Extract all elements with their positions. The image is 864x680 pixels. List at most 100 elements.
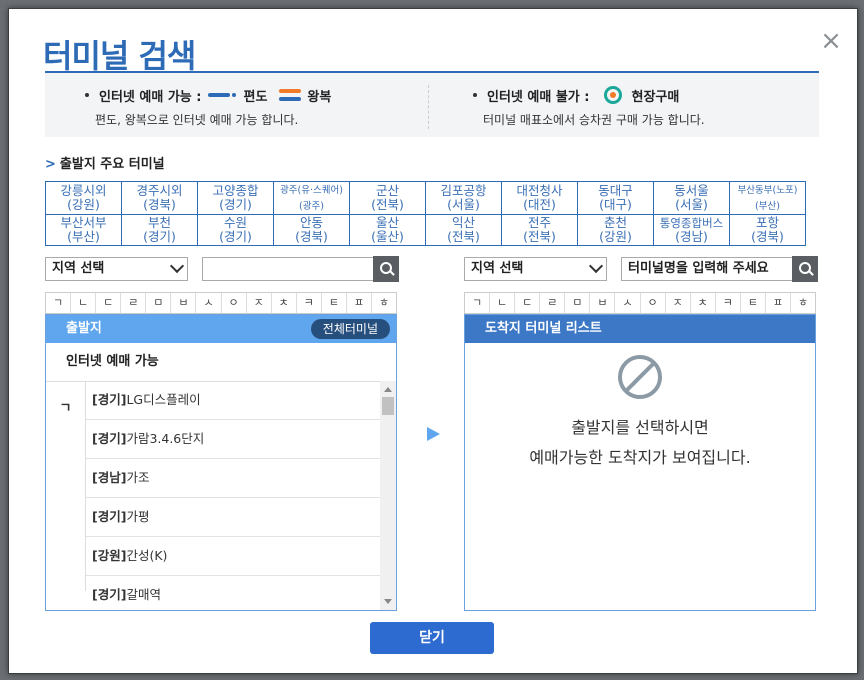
arrival-panel-header: 도착지 터미널 리스트 [465,315,815,343]
major-terminal[interactable]: 군산 (전북) [349,181,426,215]
departure-search-button[interactable] [373,256,399,282]
major-terminal[interactable]: 동서울 (서울) [653,181,730,215]
available-desc: 편도, 왕복으로 인터넷 예매 가능 합니다. [95,113,299,127]
scroll-thumb[interactable] [382,397,394,415]
consonant-filter-item[interactable]: ㅅ [615,293,641,313]
list-item[interactable]: [경기]LG디스플레이 [86,381,380,420]
arrival-empty-state: 출발지를 선택하시면 예매가능한 도착지가 보여집니다. [465,355,815,473]
consonant-filter-item[interactable]: ㄹ [540,293,566,313]
departure-search-input[interactable] [202,257,374,281]
available-label: 인터넷 예매 가능 : [99,89,202,105]
departure-panel: 출발지 전체터미널 인터넷 예매 가능 ㄱ [경기]LG디스플레이 [경기]가람… [45,314,397,611]
consonant-filter-item[interactable]: ㅇ [222,293,247,313]
arrival-consonant-filter: ㄱ ㄴ ㄷ ㄹ ㅁ ㅂ ㅅ ㅇ ㅈ ㅊ ㅋ ㅌ ㅍ ㅎ [464,292,816,314]
list-item[interactable]: [경기]가평 [86,498,380,537]
consonant-filter-item[interactable]: ㄱ [46,293,72,313]
consonant-filter-item[interactable]: ㅁ [146,293,172,313]
bullet-icon [473,93,477,97]
consonant-filter-item[interactable]: ㅎ [372,293,396,313]
terminal-search-modal: × 터미널 검색 인터넷 예매 가능 : 편도 왕복 편도, 왕복으로 인터넷 … [8,8,858,674]
internet-booking-subheader: 인터넷 예매 가능 [46,343,396,382]
consonant-filter-item[interactable]: ㄴ [71,293,97,313]
arrow-right-icon [427,427,440,441]
arrival-region-select[interactable]: 지역 선택 [464,257,607,281]
consonant-filter-item[interactable]: ㅌ [322,293,347,313]
major-terminal[interactable]: 김포공항 (서울) [425,181,502,215]
major-terminal[interactable]: 동대구 (대구) [577,181,654,215]
departure-consonant-filter: ㄱ ㄴ ㄷ ㄹ ㅁ ㅂ ㅅ ㅇ ㅈ ㅊ ㅋ ㅌ ㅍ ㅎ [45,292,397,314]
consonant-filter-item[interactable]: ㅈ [666,293,691,313]
major-terminal[interactable]: 부천 (경기) [121,214,198,246]
major-terminal[interactable]: 전주 (전북) [501,214,578,246]
scroll-down-icon[interactable] [384,599,392,604]
chevron-right-icon: > [45,157,56,172]
major-terminal[interactable]: 익산 (전북) [425,214,502,246]
legend-divider [428,85,429,129]
list-item[interactable]: [경기]갈매역 [86,576,380,614]
departure-panel-header: 출발지 전체터미널 [46,315,396,343]
consonant-filter-item[interactable]: ㅍ [347,293,373,313]
consonant-filter-item[interactable]: ㅌ [741,293,766,313]
consonant-filter-item[interactable]: ㅊ [691,293,716,313]
consonant-filter-item[interactable]: ㅋ [297,293,322,313]
consonant-filter-item[interactable]: ㄹ [121,293,147,313]
unavailable-desc: 터미널 매표소에서 승차권 구매 가능 합니다. [483,113,705,127]
major-terminal[interactable]: 통영종합버스 (경남) [653,214,730,246]
consonant-filter-item[interactable]: ㄷ [96,293,122,313]
major-terminals-table: 강릉시외 (강원) 경주시외 (경북) 고양종합 (경기) 광주(유·스퀘어) (광주)… [45,181,806,246]
major-terminal[interactable]: 춘천 (강원) [577,214,654,246]
consonant-filter-item[interactable]: ㅇ [641,293,666,313]
oneway-icon [207,93,236,97]
departure-region-select[interactable]: 지역 선택 [45,257,188,281]
major-terminal[interactable]: 고양종합 (경기) [197,181,274,215]
onsite-purchase-icon [603,86,622,104]
major-terminal[interactable]: 안동 (경북) [273,214,350,246]
consonant-filter-item[interactable]: ㅍ [766,293,792,313]
prohibited-icon [618,355,662,399]
major-terminal[interactable]: 포항 (경북) [729,214,806,246]
consonant-filter-item[interactable]: ㄴ [490,293,516,313]
legend-available: 인터넷 예매 가능 : 편도 왕복 편도, 왕복으로 인터넷 예매 가능 합니다… [85,85,331,128]
bullet-icon [85,93,89,97]
consonant-filter-item[interactable]: ㅎ [791,293,815,313]
major-terminal[interactable]: 경주시외 (경북) [121,181,198,215]
major-terminal[interactable]: 광주(유·스퀘어) (광주) [273,181,350,215]
unavailable-label: 인터넷 예매 불가 : [487,89,590,105]
legend-unavailable: 인터넷 예매 불가 : 현장구매 터미널 매표소에서 승차권 구매 가능 합니다… [473,85,705,128]
chevron-down-icon [169,258,185,274]
major-terminal[interactable]: 수원 (경기) [197,214,274,246]
chevron-down-icon [588,258,604,274]
consonant-filter-item[interactable]: ㅋ [716,293,741,313]
arrival-search-input[interactable]: 터미널명을 입력해 주세요 [621,257,793,281]
arrival-panel: 도착지 터미널 리스트 출발지를 선택하시면 예매가능한 도착지가 보여집니다. [464,314,816,611]
major-terminal[interactable]: 부산동부(노포) (부산) [729,181,806,215]
major-terminal[interactable]: 강릉시외 (강원) [45,181,122,215]
close-icon[interactable]: × [819,27,843,55]
consonant-filter-item[interactable]: ㅈ [247,293,272,313]
close-button[interactable]: 닫기 [370,622,494,654]
major-terminal[interactable]: 대전청사 (대전) [501,181,578,215]
consonant-filter-item[interactable]: ㅂ [590,293,616,313]
arrival-search-button[interactable] [792,256,818,282]
consonant-filter-item[interactable]: ㅁ [565,293,591,313]
list-item[interactable]: [강원]간성(K) [86,537,380,576]
list-scrollbar[interactable] [380,381,396,610]
booking-legend: 인터넷 예매 가능 : 편도 왕복 편도, 왕복으로 인터넷 예매 가능 합니다… [45,73,819,137]
onsite-label: 현장구매 [631,89,680,105]
major-terminals-heading: > 출발지 주요 터미널 [45,157,165,172]
all-terminals-button[interactable]: 전체터미널 [310,319,390,339]
departure-terminal-list: ㄱ [경기]LG디스플레이 [경기]가람3.4.6단지 [경남]가조 [경기]가… [46,381,396,610]
major-terminal[interactable]: 부산서부 (부산) [45,214,122,246]
consonant-filter-item[interactable]: ㅊ [272,293,297,313]
consonant-filter-item[interactable]: ㅂ [171,293,197,313]
initial-letter: ㄱ [46,381,86,591]
list-item[interactable]: [경남]가조 [86,459,380,498]
consonant-filter-item[interactable]: ㄷ [515,293,541,313]
consonant-filter-item[interactable]: ㄱ [465,293,491,313]
list-item[interactable]: [경기]가람3.4.6단지 [86,420,380,459]
roundtrip-icon [279,88,302,102]
major-terminal[interactable]: 울산 (울산) [349,214,426,246]
consonant-filter-item[interactable]: ㅅ [196,293,222,313]
scroll-up-icon[interactable] [384,387,392,392]
roundtrip-label: 왕복 [307,89,332,105]
